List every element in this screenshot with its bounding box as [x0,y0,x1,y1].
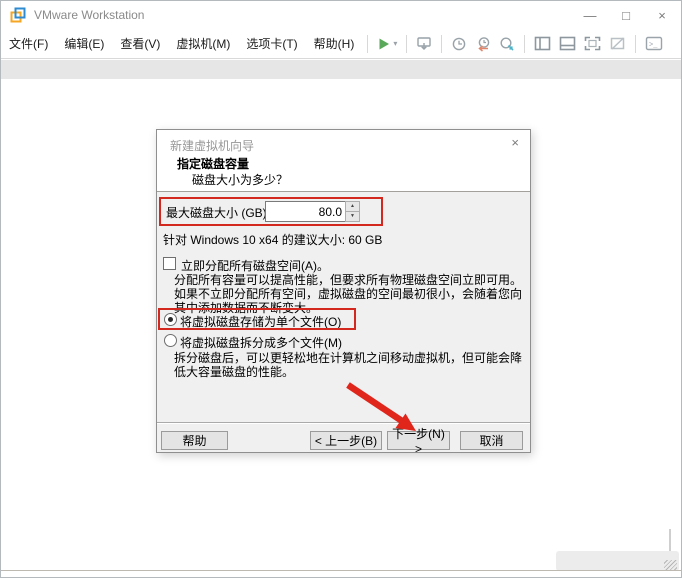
show-thumbnail-bar-button[interactable] [555,32,580,56]
play-caret-icon[interactable]: ▾ [393,39,397,48]
take-snapshot-button[interactable] [447,32,471,56]
step-title: 指定磁盘容量 [177,155,249,172]
unity-mode-icon [609,36,626,51]
status-bar-line [1,570,681,571]
revert-snapshot-button[interactable] [471,32,495,56]
toolbar-separator [367,35,368,53]
recommended-size-text: 针对 Windows 10 x64 的建议大小: 60 GB [163,231,382,248]
menu-bar: 文件(F) 编辑(E) 查看(V) 虚拟机(M) 选项卡(T) 帮助(H) ▾ [1,29,681,59]
next-button[interactable]: 下一步(N) > [387,431,450,450]
resize-grip[interactable] [664,560,677,570]
vmware-logo-icon [10,7,26,23]
cancel-button[interactable]: 取消 [460,431,523,450]
menu-vm[interactable]: 虚拟机(M) [168,35,238,52]
manage-snapshots-button[interactable] [495,32,519,56]
close-button[interactable]: × [644,1,680,29]
toolbar-separator [406,35,407,53]
dialog-close-icon[interactable]: × [511,135,519,150]
menu-file[interactable]: 文件(F) [1,35,56,52]
split-note: 拆分磁盘后，可以更轻松地在计算机之间移动虚拟机，但可能会降低大容量磁盘的性能。 [174,351,527,379]
fullscreen-icon [584,36,601,51]
tab-strip [1,60,681,79]
unity-mode-button[interactable] [605,32,630,56]
menu-view[interactable]: 查看(V) [112,35,168,52]
thumbnail-bar-icon [559,36,576,51]
console-button[interactable]: >_ [641,32,667,56]
menu-help[interactable]: 帮助(H) [306,35,363,52]
allocate-all-checkbox[interactable] [163,257,176,270]
screenshot-artifact-line [669,529,671,552]
ctrl-alt-del-button[interactable] [412,32,436,56]
console-icon: >_ [645,36,663,51]
allocate-all-label[interactable]: 立即分配所有磁盘空间(A)。 [181,257,329,274]
window-title: VMware Workstation [34,8,144,22]
maximize-button[interactable]: □ [608,1,644,29]
menu-tabs[interactable]: 选项卡(T) [238,35,305,52]
manage-snapshots-icon [499,36,515,52]
step-subtitle: 磁盘大小为多少？ [192,171,288,188]
button-separator [157,422,530,423]
play-icon [377,37,391,51]
toolbar-separator [441,35,442,53]
toolbar-separator [635,35,636,53]
spinner-down-icon[interactable]: ▼ [346,211,359,221]
watermark-box [556,551,679,571]
take-snapshot-icon [451,36,467,52]
single-file-radio[interactable] [164,313,177,326]
new-vm-wizard-dialog: 新建虚拟机向导 × 指定磁盘容量 磁盘大小为多少？ 最大磁盘大小 (GB)(S)… [156,129,531,453]
multi-file-label[interactable]: 将虚拟磁盘拆分成多个文件(M) [180,334,342,351]
power-on-button[interactable]: ▾ [373,32,401,56]
toolbar-separator [524,35,525,53]
title-bar: VMware Workstation — □ × [1,1,681,29]
multi-file-radio[interactable] [164,334,177,347]
svg-text:>_: >_ [649,42,658,50]
dialog-header: 新建虚拟机向导 × 指定磁盘容量 磁盘大小为多少？ [157,130,530,192]
ctrl-alt-del-icon [416,36,432,52]
fullscreen-button[interactable] [580,32,605,56]
vmware-workstation-window: VMware Workstation — □ × 文件(F) 编辑(E) 查看(… [0,0,682,578]
revert-snapshot-icon [475,36,491,52]
spinner-up-icon[interactable]: ▲ [346,202,359,211]
library-panel-icon [534,36,551,51]
help-button[interactable]: 帮助 [161,431,228,450]
disk-size-spinner: ▲ ▼ [265,201,360,222]
single-file-label[interactable]: 将虚拟磁盘存储为单个文件(O) [180,313,341,330]
menu-edit[interactable]: 编辑(E) [56,35,112,52]
show-library-button[interactable] [530,32,555,56]
dialog-title: 新建虚拟机向导 [170,137,254,154]
back-button[interactable]: < 上一步(B) [310,431,382,450]
allocate-note: 分配所有容量可以提高性能，但要求所有物理磁盘空间立即可用。如果不立即分配所有空间… [174,273,527,315]
minimize-button[interactable]: — [572,1,608,29]
disk-size-input[interactable] [265,201,345,222]
